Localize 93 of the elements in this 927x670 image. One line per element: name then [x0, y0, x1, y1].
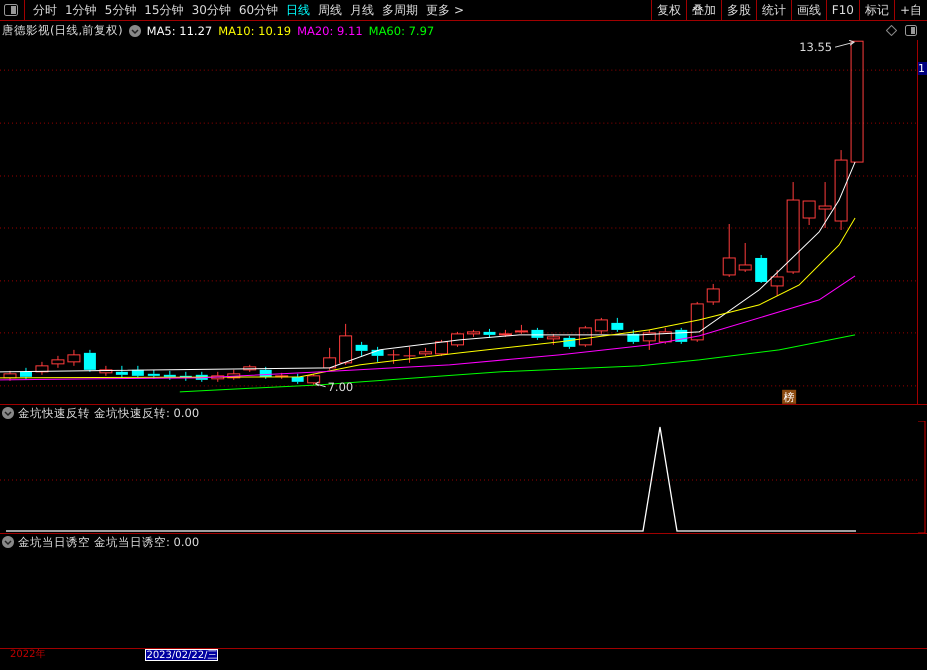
candlestick: [594, 317, 608, 334]
candlestick: [99, 365, 112, 376]
candlestick: [67, 349, 80, 366]
candlestick: [435, 339, 448, 356]
date-label: 2023/02/22/三: [145, 649, 218, 661]
ma-value: MA10: 10.19: [218, 24, 292, 38]
high-price-label: 13.55: [799, 40, 832, 54]
candlestick: [690, 301, 704, 342]
candlestick: [51, 355, 64, 368]
period-tab[interactable]: 分时: [29, 2, 61, 18]
period-tab[interactable]: 1分钟: [61, 2, 101, 18]
toolbar-button[interactable]: 多股: [720, 0, 756, 20]
period-tab[interactable]: 多周期: [378, 2, 422, 18]
candlestick: [227, 369, 240, 380]
toolbar-button[interactable]: 标记: [858, 0, 894, 20]
candlestick: [578, 325, 592, 348]
period-tab[interactable]: 60分钟: [234, 2, 282, 18]
candlestick: [706, 283, 720, 306]
candlestick: [323, 347, 336, 370]
candlestick: [451, 331, 464, 348]
toolbar-button[interactable]: 画线: [790, 0, 826, 20]
dropdown-icon[interactable]: [2, 536, 14, 548]
candlestick: [307, 373, 320, 386]
toolbar-button[interactable]: 叠加: [686, 0, 721, 20]
period-tab[interactable]: 更多 >: [422, 2, 468, 18]
date-label: 2022年: [10, 649, 46, 661]
ma-value: MA20: 9.11: [297, 24, 363, 38]
candlestick: [260, 366, 272, 380]
candlestick: [627, 329, 640, 344]
candlestick: [35, 361, 48, 376]
candlestick: [722, 224, 736, 278]
candlestick: [563, 335, 576, 350]
candlestick: [675, 327, 688, 344]
candlestick: [546, 333, 560, 346]
candlestick: [243, 364, 256, 372]
toolbar-button[interactable]: F10: [826, 0, 859, 20]
candlestick: [387, 349, 400, 364]
arrow-icon: [834, 40, 856, 48]
toolbar-button[interactable]: +自: [894, 0, 927, 20]
candlestick: [132, 365, 144, 378]
candlestick: [339, 323, 352, 366]
arrow-icon: [314, 381, 326, 388]
indicator-value: 金坑当日诱空: 0.00: [94, 534, 200, 550]
toolbar-button[interactable]: 复权: [650, 0, 686, 20]
candlestick: [802, 200, 816, 226]
dropdown-icon[interactable]: [2, 407, 14, 419]
period-tab[interactable]: 周线: [314, 2, 346, 18]
dropdown-icon[interactable]: [128, 24, 141, 36]
candlestick: [356, 341, 368, 356]
candlestick: [20, 367, 32, 380]
indicator-name: 金坑当日诱空: [18, 534, 90, 550]
candlestick: [164, 370, 176, 380]
toolbar-button[interactable]: 统计: [756, 0, 791, 20]
indicator-value: 金坑快速反转: 0.00: [94, 406, 200, 420]
badge[interactable]: 榜: [782, 390, 796, 404]
candlestick: [467, 329, 480, 338]
candlestick: [4, 370, 16, 382]
axis-marker: 1: [918, 62, 927, 75]
candlestick: [531, 327, 544, 340]
candlestick: [770, 269, 784, 296]
candlestick: [611, 317, 624, 332]
candlestick: [211, 371, 224, 382]
candlestick: [755, 254, 768, 284]
period-tab[interactable]: 月线: [346, 2, 378, 18]
candlestick: [292, 373, 304, 384]
candlestick: [180, 371, 192, 382]
stock-label: 唐德影视(日线,前复权): [2, 23, 123, 38]
candlestick: [403, 346, 416, 364]
candlestick: [642, 329, 656, 350]
diamond-icon[interactable]: [886, 25, 897, 36]
period-tab[interactable]: 30分钟: [188, 2, 235, 18]
candlestick: [84, 349, 96, 372]
candlestick: [514, 324, 528, 334]
period-tab[interactable]: 日线: [282, 2, 314, 18]
period-tab[interactable]: 5分钟: [100, 2, 140, 18]
ma-value: MA60: 7.97: [368, 24, 434, 38]
candlestick: [148, 369, 160, 380]
candlestick: [818, 182, 832, 228]
candlestick: [116, 365, 128, 378]
indicator-name: 金坑快速反转: [18, 406, 90, 420]
candlestick: [275, 372, 288, 380]
candlestick: [498, 329, 512, 338]
panel-toggle-icon[interactable]: [4, 4, 18, 16]
ma-value: MA5: 11.27: [146, 24, 212, 38]
candlestick: [658, 327, 672, 344]
candlestick: [738, 242, 752, 272]
period-tab[interactable]: 15分钟: [140, 2, 188, 18]
candlestick: [419, 347, 432, 356]
low-price-label: 7.00: [328, 380, 354, 394]
candlestick: [483, 328, 496, 338]
candlestick: [372, 346, 384, 362]
candlestick: [196, 371, 208, 382]
panel-toggle-icon[interactable]: [905, 25, 917, 36]
